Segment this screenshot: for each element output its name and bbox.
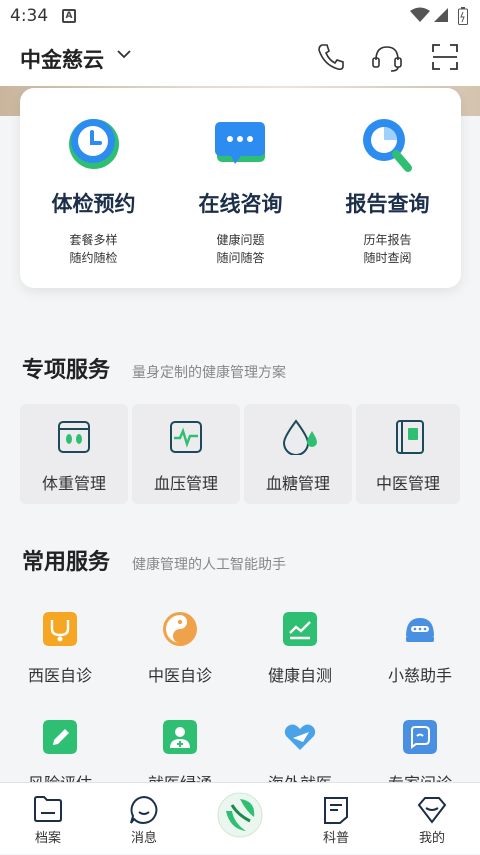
headset-icon[interactable] — [370, 42, 404, 74]
plane-heart-icon — [284, 724, 316, 750]
service-blood-pressure[interactable]: 血压管理 — [132, 404, 240, 504]
tab-label: 我的 — [418, 831, 445, 846]
common-item[interactable]: 中医自诊 — [120, 600, 240, 690]
quick-item-consult[interactable]: 在线咨询 健康问题 随问随答 — [167, 88, 314, 288]
quick-title: 体检预约 — [51, 192, 136, 216]
notification-a-icon: A — [62, 9, 76, 23]
common-item-label: 小慈助手 — [387, 666, 452, 685]
common-item[interactable]: 西医自诊 — [0, 600, 120, 690]
wifi-icon — [410, 7, 430, 22]
common-item-label: 专家问诊 — [360, 770, 480, 782]
common-services-title: 常用服务 — [22, 550, 111, 575]
drop-icon — [282, 419, 317, 455]
special-services-subtitle: 量身定制的健康管理方案 — [132, 365, 286, 381]
chat-icon — [215, 122, 265, 164]
common-item-label: 海外就医 — [240, 770, 360, 782]
service-label: 血压管理 — [153, 474, 218, 493]
tab-archive[interactable]: 档案 — [0, 783, 96, 855]
top-header: 中金慈云 — [0, 32, 480, 88]
quick-actions-card: 体检预约 套餐多样 随约随检 在线咨询 健康问题 随问随答 报告查询 历年报告 … — [20, 88, 461, 288]
chart-icon — [283, 612, 317, 646]
search-report-icon — [363, 119, 412, 172]
stethoscope-icon — [43, 612, 77, 646]
quick-subtitle: 套餐多样 — [69, 233, 118, 247]
common-item[interactable]: 风险评估 — [0, 708, 120, 782]
special-services-title: 专项服务 — [22, 358, 111, 383]
common-services-subtitle: 健康管理的人工智能助手 — [132, 557, 286, 573]
quick-subtitle: 历年报告 — [363, 233, 412, 247]
book-icon — [396, 420, 424, 454]
common-item-label: 西医自诊 — [27, 666, 92, 685]
signal-icon — [434, 8, 448, 22]
service-label: 体重管理 — [41, 474, 106, 493]
service-weight[interactable]: 体重管理 — [20, 404, 128, 504]
city-selector[interactable]: 中金慈云 — [20, 44, 104, 74]
tab-label: 消息 — [130, 831, 157, 846]
common-item[interactable]: 海外就医 — [240, 708, 360, 782]
bottom-tab-bar: 档案 消息 科普 我的 — [0, 782, 480, 854]
quick-subtitle: 随时查阅 — [363, 251, 412, 265]
tab-home[interactable] — [192, 783, 288, 855]
service-label: 中医管理 — [375, 474, 440, 493]
clock-icon — [69, 119, 119, 169]
chevron-down-icon[interactable] — [116, 48, 132, 60]
tab-science[interactable]: 科普 — [288, 783, 384, 855]
yin-yang-icon — [163, 612, 197, 646]
pencil-icon — [43, 720, 77, 754]
status-bar: 4:34 A — [0, 0, 480, 32]
robot-icon — [406, 618, 434, 642]
tab-label: 科普 — [322, 831, 349, 846]
home-logo-icon — [217, 792, 263, 838]
common-item-label: 健康自测 — [267, 666, 332, 685]
phone-icon[interactable] — [316, 42, 346, 72]
common-item[interactable]: 专家问诊 — [360, 708, 480, 782]
article-icon — [324, 797, 348, 824]
folder-icon — [34, 796, 62, 822]
service-blood-sugar[interactable]: 血糖管理 — [244, 404, 352, 504]
status-time: 4:34 — [10, 6, 49, 26]
common-item-label: 就医绿通 — [120, 770, 240, 782]
quick-subtitle: 随约随检 — [69, 251, 118, 265]
battery-icon — [458, 7, 468, 25]
quick-title: 在线咨询 — [198, 192, 283, 216]
doctor-icon — [163, 720, 197, 754]
message-icon — [130, 795, 158, 824]
common-item-label: 风险评估 — [0, 770, 120, 782]
quick-title: 报告查询 — [345, 192, 430, 216]
consult-icon — [403, 720, 437, 754]
service-label: 血糖管理 — [265, 474, 330, 493]
diamond-icon — [417, 797, 447, 824]
service-tcm[interactable]: 中医管理 — [356, 404, 460, 504]
tab-mine[interactable]: 我的 — [384, 783, 480, 855]
quick-item-report[interactable]: 报告查询 历年报告 随时查阅 — [314, 88, 461, 288]
quick-subtitle: 健康问题 — [216, 233, 265, 247]
scale-icon — [58, 421, 90, 453]
quick-item-appointment[interactable]: 体检预约 套餐多样 随约随检 — [20, 88, 167, 288]
common-item-label: 中医自诊 — [147, 666, 212, 685]
heartbeat-icon — [170, 421, 202, 453]
common-item[interactable]: 小慈助手 — [360, 600, 480, 690]
quick-subtitle: 随问随答 — [216, 251, 265, 265]
common-item[interactable]: 健康自测 — [240, 600, 360, 690]
scan-icon[interactable] — [430, 42, 460, 72]
tab-messages[interactable]: 消息 — [96, 783, 192, 855]
common-item[interactable]: 就医绿通 — [120, 708, 240, 782]
tab-label: 档案 — [34, 831, 61, 846]
